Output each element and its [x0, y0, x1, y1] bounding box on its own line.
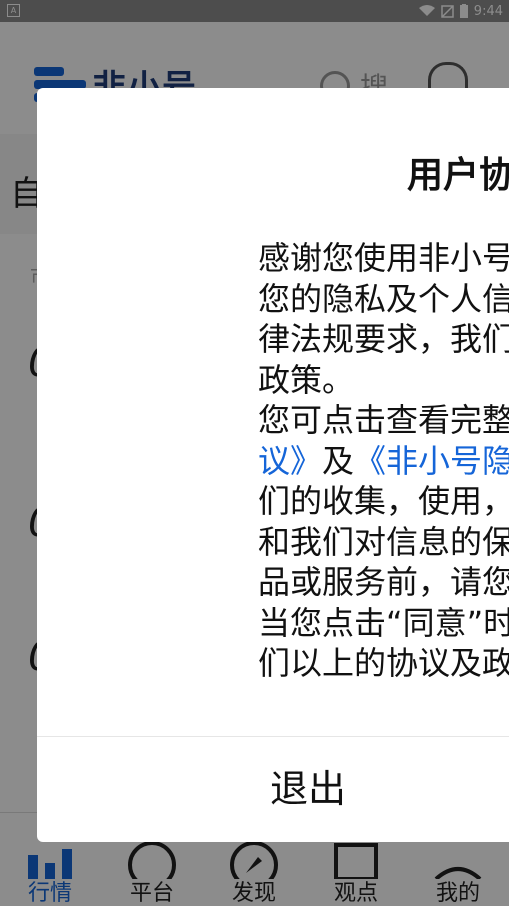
- dialog-title: 用户协: [407, 155, 509, 196]
- body-line: 您的隐私及个人信: [258, 279, 509, 318]
- body-line: 议》及《非小号隐: [258, 441, 509, 482]
- body-text: 及: [322, 441, 355, 480]
- body-line: 们以上的协议及政: [258, 644, 509, 682]
- body-line: 们的收集，使用，: [258, 482, 509, 520]
- body-line: 当您点击“同意”时: [258, 603, 509, 642]
- body-line: 感谢您使用非小号: [258, 239, 509, 277]
- exit-button[interactable]: 退出: [37, 738, 509, 840]
- body-line: 品或服务前，请您: [258, 563, 509, 601]
- user-agreement-link[interactable]: 议》: [258, 442, 322, 480]
- body-line: 律法规要求，我们: [258, 320, 509, 358]
- privacy-policy-link[interactable]: 《非小号隐: [354, 442, 509, 480]
- dialog-body: 感谢您使用非小号 您的隐私及个人信 律法规要求，我们 政策。 您可点击查看完整 …: [258, 238, 509, 684]
- dialog-divider: [37, 736, 509, 737]
- body-line: 您可点击查看完整: [258, 401, 509, 439]
- body-line: 政策。: [258, 360, 355, 399]
- body-line: 和我们对信息的保: [258, 522, 509, 561]
- user-agreement-dialog: 用户协 感谢您使用非小号 您的隐私及个人信 律法规要求，我们 政策。 您可点击查…: [37, 88, 509, 842]
